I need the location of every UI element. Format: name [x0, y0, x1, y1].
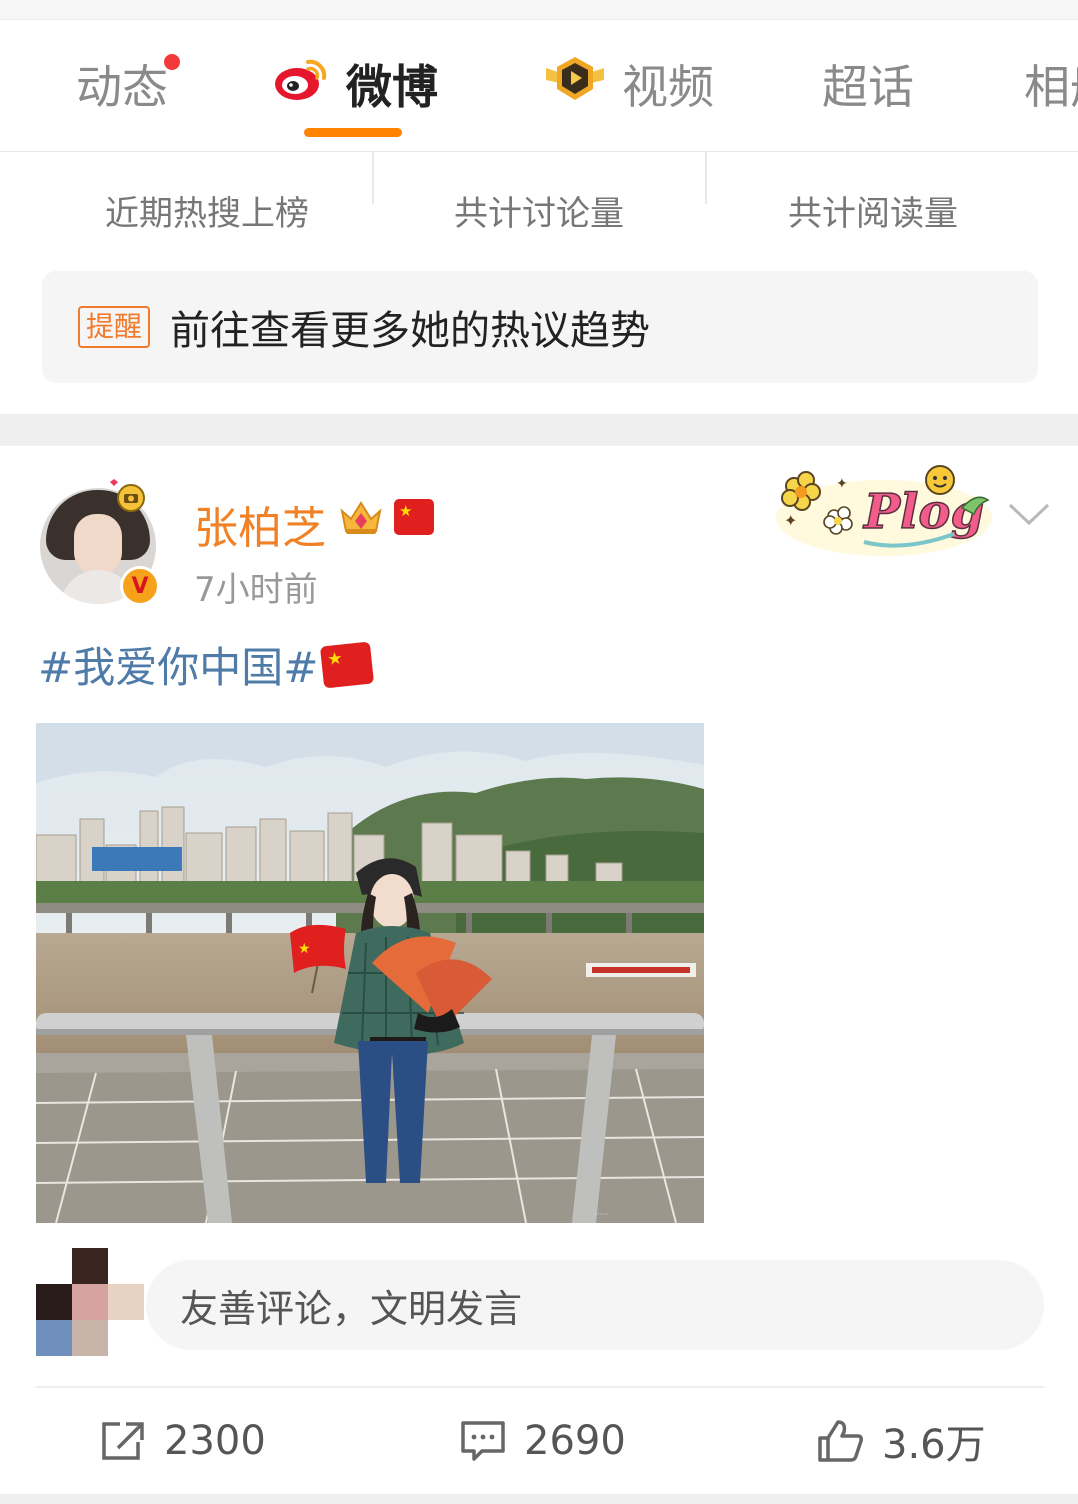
tab-super-topic-label: 超话	[822, 60, 914, 114]
stat-discussions[interactable]: 共计讨论量	[374, 152, 704, 235]
tab-album[interactable]: 相册	[1024, 54, 1078, 114]
my-avatar-pixelated[interactable]	[36, 1248, 146, 1356]
chevron-down-icon[interactable]	[1008, 502, 1050, 526]
comment-input[interactable]: 友善评论，文明发言	[146, 1260, 1044, 1350]
section-gap	[0, 414, 1078, 446]
china-flag-emoji-icon	[320, 641, 375, 688]
comment-count: 2690	[524, 1418, 626, 1464]
post-time: 7小时前	[194, 570, 318, 610]
thumbs-up-icon	[818, 1420, 863, 1462]
weibo-profile-page: 动态 微博 视频 超话 相 近期热搜上榜 共计讨论量 共计阅读量 提醒 前往查看…	[0, 0, 1078, 1504]
stat-hot-search[interactable]: 近期热搜上榜	[42, 152, 372, 235]
profile-tabs: 动态 微博 视频 超话 相	[0, 20, 1078, 152]
comment-placeholder: 友善评论，文明发言	[180, 1286, 523, 1331]
reminder-badge: 提醒	[78, 306, 151, 348]
tab-dynamics[interactable]: 动态	[76, 54, 180, 114]
divider	[36, 1386, 1044, 1388]
stat-discussions-label: 共计讨论量	[454, 194, 624, 234]
svg-text:★: ★	[298, 941, 311, 957]
stat-reads-label: 共计阅读量	[788, 194, 958, 234]
svg-text:·····: ·····	[594, 1210, 608, 1220]
repost-icon	[102, 1422, 144, 1460]
verified-v-icon: V	[120, 566, 160, 606]
post-content: #我爱你中国#	[38, 634, 375, 695]
hashtag-link[interactable]: #我爱你中国#	[38, 634, 318, 695]
active-tab-indicator	[304, 128, 402, 137]
stat-divider	[705, 152, 707, 204]
tab-album-label: 相册	[1024, 60, 1078, 114]
avatar-pendant-icon	[110, 479, 145, 512]
tab-weibo-label: 微博	[346, 60, 438, 114]
tab-weibo[interactable]: 微博	[272, 54, 438, 114]
svg-text:✦: ✦	[836, 476, 848, 492]
reminder-text: 前往查看更多她的热议趋势	[170, 308, 651, 354]
svg-text:✦: ✦	[784, 511, 797, 530]
trend-reminder[interactable]: 提醒 前往查看更多她的热议趋势	[42, 271, 1038, 383]
stat-reads-value	[708, 152, 1038, 162]
china-flag-icon	[394, 499, 434, 535]
stat-discussions-value	[374, 152, 704, 162]
repost-button[interactable]: 2300	[100, 1416, 266, 1466]
stat-hot-search-value	[42, 152, 372, 162]
post-author-name[interactable]: 张柏芝	[194, 492, 326, 556]
like-button[interactable]: 3.6万	[816, 1416, 986, 1468]
crown-icon[interactable]	[338, 497, 384, 537]
section-gap	[0, 1494, 1078, 1504]
plog-sticker-icon[interactable]: ✦ ✦ Plog	[772, 458, 996, 558]
hot-stats: 近期热搜上榜 共计讨论量 共计阅读量	[0, 152, 1078, 262]
comment-button[interactable]: 2690	[460, 1416, 626, 1466]
status-strip	[0, 0, 1078, 20]
post-photo[interactable]: ★ ·····	[36, 723, 704, 1223]
weibo-logo-icon	[272, 54, 330, 115]
tab-video-label: 视频	[622, 60, 714, 114]
comment-icon	[461, 1421, 505, 1461]
tab-video[interactable]: 视频	[544, 54, 714, 114]
tab-dynamics-label: 动态	[76, 60, 168, 114]
like-count: 3.6万	[882, 1422, 986, 1468]
tab-super-topic[interactable]: 超话	[822, 54, 914, 114]
stat-reads[interactable]: 共计阅读量	[708, 152, 1038, 235]
video-play-icon	[544, 54, 606, 115]
stat-hot-search-label: 近期热搜上榜	[105, 194, 309, 234]
repost-count: 2300	[164, 1418, 266, 1464]
svg-text:Plog: Plog	[862, 484, 984, 540]
notification-dot	[164, 54, 180, 70]
